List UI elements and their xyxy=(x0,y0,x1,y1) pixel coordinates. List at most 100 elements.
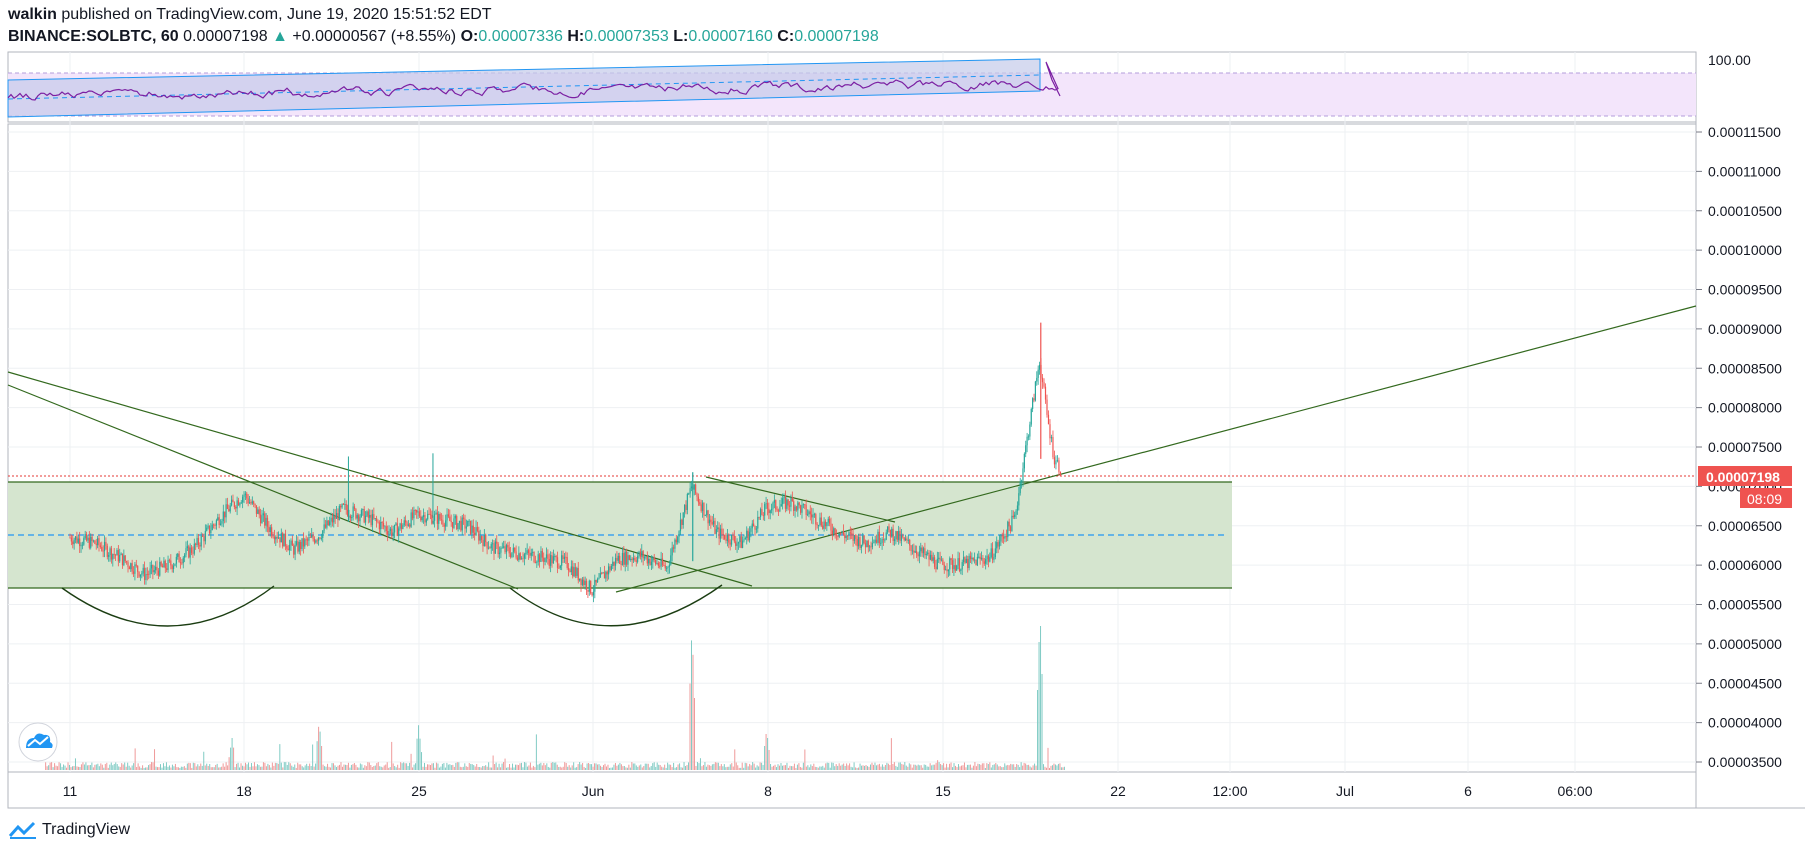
candle-body xyxy=(384,526,386,528)
volume-bar xyxy=(668,764,670,770)
candle-body xyxy=(555,556,557,558)
candle-body xyxy=(453,518,455,528)
candle-body xyxy=(805,504,807,515)
volume-bar xyxy=(953,763,955,770)
candle-body xyxy=(585,580,588,590)
candle-body xyxy=(860,544,862,548)
volume-bar xyxy=(328,766,330,770)
volume-bar xyxy=(89,765,91,770)
candle-body xyxy=(73,539,75,545)
candle-body xyxy=(703,502,705,516)
time-tick-label: 8 xyxy=(764,783,772,799)
volume-bar xyxy=(929,763,931,770)
volume-bar xyxy=(371,767,373,770)
volume-bar xyxy=(550,762,552,770)
volume-bar xyxy=(80,764,82,770)
candle-body xyxy=(743,539,745,541)
candle-body xyxy=(290,540,292,545)
volume-bar xyxy=(419,738,421,770)
volume-bar xyxy=(752,762,754,770)
candle-body xyxy=(1003,536,1005,539)
volume-bar xyxy=(559,766,561,770)
volume-bar xyxy=(688,762,690,770)
candle-body xyxy=(1056,460,1059,462)
candle-body xyxy=(1029,424,1031,437)
time-axis: 11 18 25 Jun 8 15 22 12:00 Jul 6 06:00 xyxy=(63,783,1593,799)
volume-bar xyxy=(640,764,642,770)
volume-bar xyxy=(154,749,156,770)
volume-bar xyxy=(165,762,167,770)
volume-bar xyxy=(729,764,731,770)
volume-bar xyxy=(983,763,985,770)
volume-bar xyxy=(407,765,409,770)
volume-bar xyxy=(790,766,792,770)
candle-body xyxy=(427,513,429,520)
candle-body xyxy=(605,571,607,579)
candle-body xyxy=(757,516,759,529)
volume-bar xyxy=(1034,763,1036,770)
volume-bar xyxy=(443,763,445,770)
candle-body xyxy=(152,565,154,573)
candle-body xyxy=(498,552,501,555)
candle-body xyxy=(624,551,626,565)
volume-bar xyxy=(580,764,582,770)
candle-body xyxy=(246,493,248,499)
volume-bar xyxy=(957,764,959,770)
candle-body xyxy=(909,539,911,546)
volume-bar xyxy=(968,764,970,770)
candle-body xyxy=(277,537,280,539)
volume-bar xyxy=(526,766,528,770)
volume-bar xyxy=(410,753,412,770)
volume-bar xyxy=(1005,765,1007,770)
candle-body xyxy=(345,504,347,510)
volume-bar xyxy=(999,766,1001,770)
footer-brand[interactable]: TradingView xyxy=(8,820,130,840)
volume-bar xyxy=(959,766,961,770)
candle-body xyxy=(975,559,977,566)
volume-bar xyxy=(1031,767,1033,770)
candle-body xyxy=(765,503,767,505)
candle-body xyxy=(878,531,880,544)
candle-body xyxy=(637,556,639,562)
volume-bar xyxy=(109,764,111,770)
volume-bar xyxy=(1060,767,1062,770)
volume-bar xyxy=(170,767,172,770)
volume-bar xyxy=(148,765,150,770)
time-tick-label: 25 xyxy=(411,783,427,799)
candle-body xyxy=(928,552,930,560)
published-text: published on TradingView.com, June 19, 2… xyxy=(61,6,492,23)
candle-body xyxy=(288,544,291,551)
volume-bar xyxy=(240,763,242,770)
volume-bar xyxy=(923,764,925,770)
volume-bar xyxy=(119,766,121,770)
candle-body xyxy=(695,484,697,494)
volume-bar xyxy=(574,767,576,770)
candle-body xyxy=(1001,535,1003,537)
candle-body xyxy=(537,554,539,562)
candle-body xyxy=(141,573,143,575)
candle-body xyxy=(802,504,804,506)
volume-bar xyxy=(362,767,364,770)
volume-bar xyxy=(686,764,688,770)
volume-bar xyxy=(652,763,654,770)
candle-body xyxy=(536,561,538,563)
candle-body xyxy=(351,516,353,519)
candle-body xyxy=(340,506,342,508)
candle-body xyxy=(250,502,252,504)
candle-body xyxy=(808,511,810,515)
candle-body xyxy=(1034,381,1036,401)
volume-bar xyxy=(984,767,986,770)
author[interactable]: walkin xyxy=(8,6,57,23)
time-tick-label: Jul xyxy=(1336,783,1354,799)
candle-body xyxy=(579,578,581,581)
volume-bar xyxy=(989,762,991,770)
ohlc-close-value: 0.00007198 xyxy=(794,28,879,45)
candle-body xyxy=(1053,457,1056,465)
candle-body xyxy=(639,551,641,557)
candle-body xyxy=(1027,436,1030,438)
volume-bar xyxy=(449,764,451,770)
volume-bar xyxy=(133,763,135,770)
candle-body xyxy=(117,550,119,562)
price-tick-label: 0.00008500 xyxy=(1708,360,1782,376)
volume-bar xyxy=(66,767,68,770)
